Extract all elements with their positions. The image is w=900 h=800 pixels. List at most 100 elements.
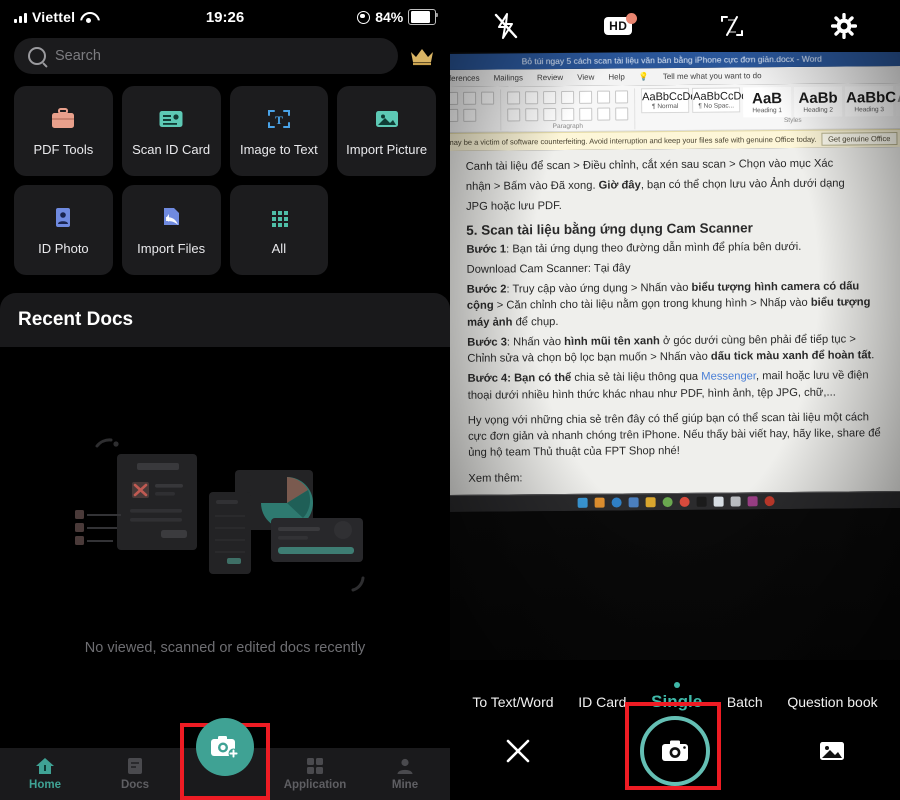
mode-to-text-word[interactable]: To Text/Word — [472, 685, 553, 710]
tab-home[interactable]: Home — [0, 757, 90, 791]
clear-format-icon[interactable] — [450, 108, 459, 122]
change-case-icon[interactable] — [463, 91, 477, 105]
mode-id-card[interactable]: ID Card — [578, 685, 626, 710]
flash-off-icon[interactable] — [493, 12, 519, 40]
ribbon-tab-references[interactable]: ferences — [450, 74, 480, 83]
align-left-icon[interactable] — [507, 108, 521, 122]
align-right-icon[interactable] — [543, 108, 557, 122]
tool-import-files[interactable]: Import Files — [121, 185, 221, 275]
borders-icon[interactable] — [615, 107, 629, 121]
taskbar-icon — [594, 497, 605, 508]
taskbar-icon — [747, 496, 758, 507]
justify-icon[interactable] — [561, 107, 575, 121]
tool-label: ID Photo — [38, 240, 89, 256]
tool-import-picture[interactable]: Import Picture — [337, 86, 436, 176]
taskbar-icon — [730, 496, 741, 507]
tell-me-field[interactable]: Tell me what you want to do — [663, 71, 762, 81]
doc-text: nhận > Bấm vào Đã xong. — [465, 179, 599, 194]
camera-capture-screen: HD Bỏ túi ngay 5 cách scan tài liệu văn … — [450, 0, 900, 800]
style-sample: AaBbCcDd — [642, 90, 697, 104]
doc-step-2: Bước 2: Truy cập vào ứng dụng > Nhấn vào… — [467, 278, 881, 330]
style-name: ¶ No Spac... — [698, 102, 735, 110]
tool-pdf-tools[interactable]: PDF Tools — [14, 86, 113, 176]
ribbon-tab-help[interactable]: Help — [608, 72, 625, 81]
style-heading-3[interactable]: AaBbC Heading 3 — [845, 86, 896, 117]
settings-gear-icon[interactable] — [831, 13, 858, 39]
tab-application[interactable]: Application — [270, 757, 360, 791]
tool-id-photo[interactable]: ID Photo — [14, 185, 113, 275]
ribbon-row — [507, 105, 629, 123]
camera-plus-icon — [211, 736, 239, 759]
ribbon-tab-mailings[interactable]: Mailings — [494, 73, 523, 82]
bullets-icon[interactable] — [507, 91, 521, 105]
empty-docs-illustration — [75, 438, 365, 592]
font-grow-icon[interactable] — [450, 91, 459, 105]
style-name: Heading 1 — [752, 107, 783, 115]
camera-fab-button[interactable] — [196, 718, 254, 776]
tab-label: Docs — [120, 779, 150, 791]
search-placeholder: Search — [55, 48, 101, 64]
style-heading-4[interactable]: AaBbC Headin — [895, 85, 900, 117]
style-sample: AaB — [752, 90, 783, 108]
mode-question-book[interactable]: Question book — [787, 685, 877, 710]
tools-grid: PDF Tools Scan ID Card T Image to Text I… — [0, 86, 450, 275]
tab-docs[interactable]: Docs — [90, 757, 180, 791]
tool-scan-id-card[interactable]: Scan ID Card — [121, 86, 221, 176]
auto-crop-icon[interactable] — [718, 13, 746, 39]
camera-viewfinder[interactable]: Bỏ túi ngay 5 cách scan tài liệu văn bản… — [450, 52, 900, 660]
mode-batch[interactable]: Batch — [727, 685, 763, 710]
numbering-icon[interactable] — [525, 91, 539, 105]
sort-icon[interactable] — [597, 90, 611, 104]
tool-image-to-text[interactable]: T Image to Text — [229, 86, 329, 176]
align-center-icon[interactable] — [525, 108, 539, 122]
tab-mine[interactable]: Mine — [360, 757, 450, 791]
text-scan-icon: T — [267, 109, 290, 128]
indent-decrease-icon[interactable] — [561, 90, 575, 104]
style-normal[interactable]: AaBbCcDd ¶ Normal — [641, 87, 697, 114]
hd-badge[interactable]: HD — [604, 13, 638, 35]
crown-icon[interactable] — [408, 45, 436, 67]
grid-spacer — [337, 185, 436, 275]
line-spacing-icon[interactable] — [579, 107, 593, 121]
apps-grid-icon — [307, 758, 323, 774]
multilevel-icon[interactable] — [543, 91, 557, 105]
doc-bold: Bước 3 — [467, 336, 507, 349]
tool-label: Import Picture — [346, 141, 428, 157]
doc-text: : Bạn tải ứng dụng theo đường dẫn mình đ… — [506, 240, 802, 256]
status-bar: Viettel 19:26 84% — [0, 0, 450, 34]
messenger-link[interactable]: Messenger — [701, 371, 756, 383]
tool-all[interactable]: All — [229, 185, 329, 275]
taskbar-icon — [662, 496, 673, 507]
doc-download-line: Download Cam Scanner: Tại đây — [466, 262, 631, 276]
ribbon-tab-view[interactable]: View — [577, 73, 594, 82]
highlight-icon[interactable] — [481, 91, 495, 105]
close-icon[interactable] — [503, 736, 533, 766]
import-files-icon — [164, 207, 180, 225]
svg-text:T: T — [275, 113, 283, 127]
doc-bold: Bước 1 — [466, 243, 507, 256]
show-marks-icon[interactable] — [615, 90, 629, 104]
ribbon-row — [507, 88, 629, 106]
text-color-icon[interactable] — [463, 108, 477, 122]
style-name: ¶ Normal — [652, 102, 679, 111]
style-no-spacing[interactable]: AaBbCcDd ¶ No Spac... — [692, 87, 748, 113]
desk-surface — [450, 507, 900, 660]
lightbulb-icon: 💡 — [638, 72, 649, 82]
doc-bold: hình mũi tên xanh — [564, 335, 660, 348]
indent-increase-icon[interactable] — [579, 90, 593, 104]
gallery-icon[interactable] — [817, 738, 847, 764]
dual-screenshot: Viettel 19:26 84% Search PDF Tools Scan … — [0, 0, 900, 800]
ribbon-tab-review[interactable]: Review — [537, 73, 563, 82]
recent-docs-header: Recent Docs — [0, 293, 450, 347]
doc-line-1: Canh tài liệu để scan > Điều chỉnh, cắt … — [465, 157, 834, 173]
recent-docs-empty-state: No viewed, scanned or edited docs recent… — [0, 347, 450, 739]
word-ribbon: Paragraph AaBbCcDd ¶ Normal AaBbCcDd ¶ N… — [450, 82, 900, 134]
ribbon-group-font — [450, 89, 502, 131]
get-genuine-office-button[interactable]: Get genuine Office — [820, 132, 898, 146]
doc-text: . — [871, 349, 875, 362]
style-heading-1[interactable]: AaB Heading 1 — [743, 86, 792, 118]
shading-icon[interactable] — [597, 107, 611, 121]
style-heading-2[interactable]: AaBb Heading 2 — [794, 86, 843, 117]
search-input[interactable]: Search — [14, 38, 398, 74]
app-home-screen: Viettel 19:26 84% Search PDF Tools Scan … — [0, 0, 450, 800]
